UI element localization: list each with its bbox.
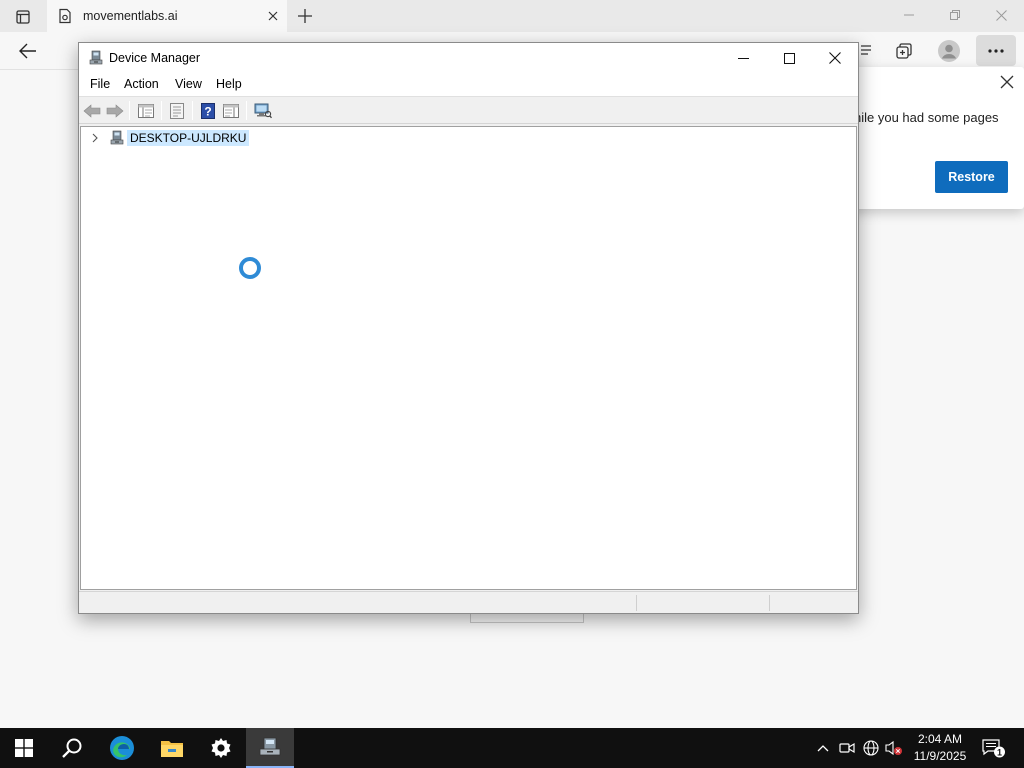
- device-manager-app-icon: [89, 50, 103, 65]
- volume-muted-icon[interactable]: [884, 738, 904, 758]
- status-pane-divider: [769, 595, 770, 611]
- back-arrow-icon[interactable]: [12, 36, 44, 66]
- profile-avatar-icon[interactable]: [934, 37, 964, 65]
- loading-spinner-icon: [239, 257, 261, 279]
- taskbar-clock[interactable]: 2:04 AM 11/9/2025: [906, 731, 974, 765]
- computer-icon: [110, 130, 124, 145]
- back-icon[interactable]: [81, 100, 103, 121]
- menu-view[interactable]: View: [174, 77, 203, 91]
- start-windows-icon[interactable]: [0, 728, 48, 768]
- tab-close-icon[interactable]: [259, 2, 287, 30]
- help-icon[interactable]: ?: [197, 100, 219, 121]
- meet-now-icon[interactable]: [837, 738, 857, 758]
- network-globe-icon[interactable]: [861, 738, 881, 758]
- menu-help[interactable]: Help: [215, 77, 243, 91]
- restore-button[interactable]: Restore: [935, 161, 1008, 193]
- browser-restore-icon[interactable]: [932, 0, 978, 30]
- svg-text:?: ?: [204, 104, 211, 118]
- edge-icon[interactable]: [98, 728, 146, 768]
- toolbar: ?: [79, 97, 858, 124]
- settings-gear-icon[interactable]: [197, 728, 245, 768]
- status-pane-divider: [636, 595, 637, 611]
- popup-close-icon[interactable]: [998, 73, 1016, 91]
- show-hide-console-tree-icon[interactable]: [135, 100, 157, 121]
- device-manager-taskbar-icon[interactable]: [246, 728, 294, 768]
- status-bar: [79, 591, 858, 613]
- file-explorer-icon[interactable]: [148, 728, 196, 768]
- device-manager-window: Device Manager File Action View Help ? D…: [78, 42, 859, 614]
- menu-file[interactable]: File: [89, 77, 111, 91]
- forward-icon[interactable]: [104, 100, 126, 121]
- device-tree: DESKTOP-UJLDRKU: [80, 126, 857, 590]
- dm-close-icon[interactable]: [812, 43, 858, 73]
- notification-count: 1: [997, 748, 1002, 758]
- tab-actions-icon[interactable]: [8, 5, 38, 29]
- clock-date: 11/9/2025: [913, 749, 967, 763]
- taskbar: 2:04 AM 11/9/2025 1: [0, 728, 1024, 768]
- action-pane-icon[interactable]: [220, 100, 242, 121]
- tab-title: movementlabs.ai: [83, 9, 178, 23]
- clock-time: 2:04 AM: [917, 732, 963, 746]
- properties-icon[interactable]: [166, 100, 188, 121]
- menu-action[interactable]: Action: [123, 77, 160, 91]
- collections-icon[interactable]: [889, 37, 919, 65]
- scan-hardware-changes-icon[interactable]: [252, 100, 274, 121]
- search-icon[interactable]: [48, 728, 96, 768]
- settings-more-icon[interactable]: [976, 35, 1016, 66]
- browser-close-icon[interactable]: [978, 0, 1024, 30]
- device-manager-titlebar[interactable]: Device Manager: [79, 43, 858, 73]
- show-hidden-icons-chevron-icon[interactable]: [813, 738, 833, 758]
- menu-bar: File Action View Help: [79, 73, 858, 97]
- new-tab-icon[interactable]: [291, 4, 319, 28]
- browser-tab[interactable]: movementlabs.ai: [47, 0, 287, 32]
- window-title: Device Manager: [109, 51, 201, 65]
- browser-minimize-icon[interactable]: [886, 0, 932, 30]
- browser-tab-strip: movementlabs.ai: [0, 0, 1024, 32]
- chevron-right-icon[interactable]: [89, 132, 101, 144]
- page-favicon-icon: [59, 8, 71, 24]
- dm-minimize-icon[interactable]: [720, 43, 766, 73]
- tree-node-computer[interactable]: DESKTOP-UJLDRKU: [89, 129, 250, 147]
- notifications-icon[interactable]: 1: [982, 738, 1006, 758]
- restore-message: hile you had some pages: [854, 110, 999, 125]
- tree-node-label: DESKTOP-UJLDRKU: [127, 130, 250, 146]
- dm-maximize-icon[interactable]: [766, 43, 812, 73]
